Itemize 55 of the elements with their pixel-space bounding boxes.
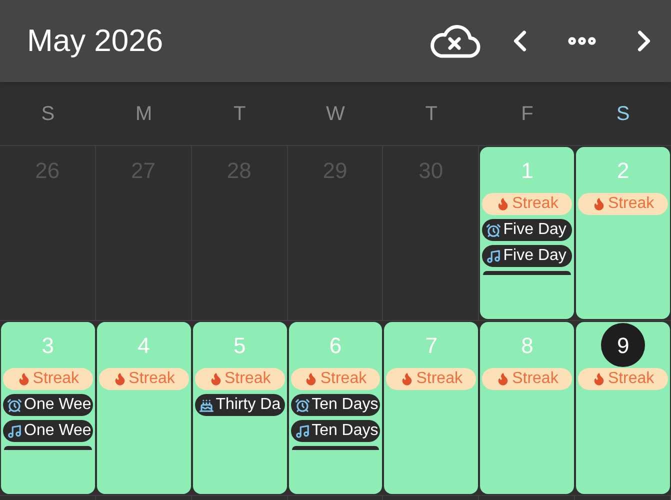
streak-tag: Streak (98, 368, 189, 390)
streak-tag: Streak (482, 368, 572, 390)
today-marker: 9 (601, 323, 646, 367)
alarm-clock-icon (294, 398, 310, 412)
day-cell[interactable]: 6 Streak Ten Days Ten Days (288, 322, 382, 494)
month-title: May 2026 (27, 22, 164, 60)
weekday-label: S (40, 102, 56, 126)
day-cell[interactable]: 9 Streak (576, 322, 670, 494)
weekday-label: W (325, 102, 346, 126)
music-note-icon (294, 424, 310, 438)
streak-tag: Streak (194, 368, 285, 390)
day-number: 7 (424, 332, 438, 360)
day-number: 2 (616, 156, 630, 184)
day-number: 6 (328, 332, 343, 360)
flame-icon (112, 372, 127, 386)
streak-tag: Streak (3, 368, 93, 390)
day-number: 1 (520, 156, 534, 184)
weekday-label: T (232, 102, 247, 126)
flame-icon (592, 197, 606, 211)
event-tag[interactable]: Five Day (482, 245, 572, 267)
day-number: 4 (136, 332, 151, 360)
flame-icon (304, 372, 318, 386)
day-cell[interactable]: 5 Streak Thirty Da (192, 322, 287, 494)
music-note-icon (486, 248, 502, 264)
streak-tag: Streak (386, 368, 476, 390)
day-number: 3 (40, 332, 56, 360)
flame-icon (592, 372, 606, 386)
event-tag[interactable]: Ten Days (290, 394, 380, 416)
day-cell[interactable]: 1 Streak Five Day Five Day (480, 147, 574, 319)
streak-tag: Streak (578, 368, 668, 390)
cake-icon (198, 398, 214, 412)
day-number: 8 (520, 332, 534, 360)
weekday-label: M (134, 102, 154, 126)
event-tag[interactable]: One Wee (3, 420, 93, 442)
event-tag[interactable]: Ten Days (290, 420, 380, 442)
event-tag[interactable]: Thirty Da (194, 394, 285, 416)
flame-icon (496, 372, 510, 386)
flame-icon (496, 197, 510, 211)
weekday-label: F (520, 102, 534, 126)
streak-tag: Streak (578, 193, 668, 215)
event-tag[interactable]: Five Day (482, 219, 572, 241)
alarm-clock-icon (486, 222, 502, 238)
streak-tag: Streak (482, 193, 572, 215)
day-cell[interactable]: 3 Streak One Wee One Wee (1, 322, 95, 494)
music-note-icon (7, 424, 22, 438)
flame-icon (16, 372, 31, 386)
streak-tag: Streak (290, 368, 380, 390)
flame-icon (208, 372, 222, 386)
alarm-clock-icon (7, 398, 22, 412)
weekday-label: S (615, 102, 631, 126)
event-tag[interactable]: One Wee (3, 394, 93, 416)
flame-icon (400, 372, 414, 386)
weekday-label: T (424, 102, 438, 126)
day-number: 5 (232, 332, 247, 360)
cloud-off-icon[interactable] (429, 23, 481, 59)
